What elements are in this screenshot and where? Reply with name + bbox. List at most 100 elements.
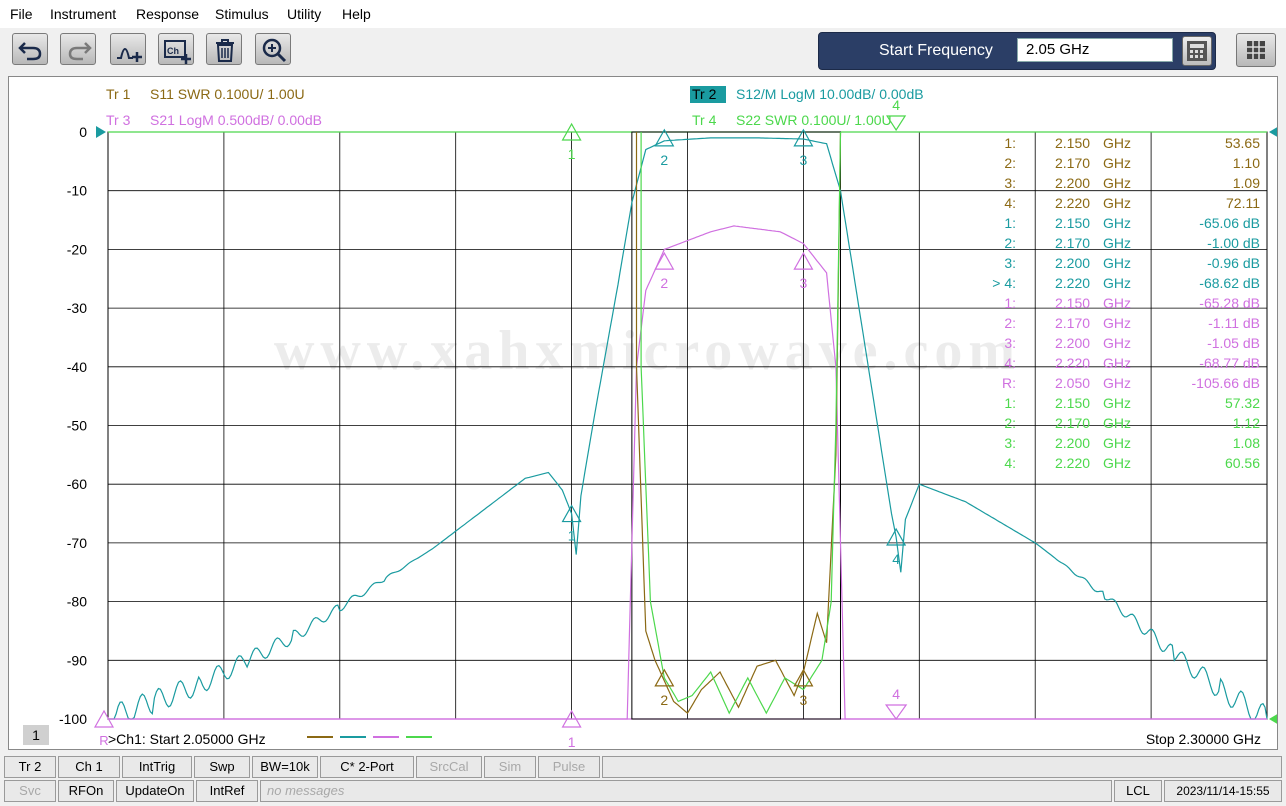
marker-table-unit: GHz: [1103, 295, 1131, 311]
marker-table-id: 3:: [1004, 175, 1016, 191]
marker-table-value: 1.12: [1233, 415, 1260, 431]
marker-table-value: -0.96 dB: [1207, 255, 1260, 271]
marker-label: 2: [660, 692, 668, 708]
status-intref[interactable]: IntRef: [196, 780, 258, 802]
marker-table-freq: 2.050: [1055, 375, 1090, 391]
trace-header-tr3-desc: S21 LogM 0.500dB/ 0.00dB: [150, 112, 322, 128]
menu-response[interactable]: Response: [136, 6, 199, 22]
menu-instrument[interactable]: Instrument: [50, 6, 116, 22]
redo-button[interactable]: [60, 33, 96, 65]
zoom-icon: [262, 38, 287, 63]
marker-tr3-2[interactable]: [654, 251, 675, 270]
marker-table-freq: 2.220: [1055, 275, 1090, 291]
marker-table-id: R:: [1002, 375, 1016, 391]
marker-label: 3: [800, 692, 808, 708]
entry-label: Start Frequency: [879, 42, 993, 59]
marker-table-freq: 2.170: [1055, 315, 1090, 331]
marker-table-value: 53.65: [1225, 135, 1260, 151]
trace-header-tr3-label[interactable]: Tr 3: [106, 112, 131, 128]
entry-panel: Start Frequency 2.05 GHz: [818, 32, 1216, 70]
trace-header-tr1-label[interactable]: Tr 1: [106, 86, 131, 102]
marker-table-unit: GHz: [1103, 235, 1131, 251]
y-tick-label: 0: [79, 124, 87, 140]
marker-label: 3: [800, 275, 808, 291]
add-marker-button[interactable]: [110, 33, 146, 65]
marker-tr3-4[interactable]: [884, 704, 908, 721]
marker-table-unit: GHz: [1103, 215, 1131, 231]
status-bw-10k[interactable]: BW=10k: [252, 756, 318, 778]
marker-table-freq: 2.220: [1055, 355, 1090, 371]
marker-table-freq: 2.150: [1055, 295, 1090, 311]
status-srccal[interactable]: SrcCal: [416, 756, 482, 778]
menu-help[interactable]: Help: [342, 6, 371, 22]
y-tick-label: -50: [67, 418, 87, 434]
marker-table-value: 72.11: [1226, 195, 1260, 211]
measurement-screen[interactable]: www.xahxmicrowave.com 123423231414R 0 -10…: [8, 76, 1278, 750]
marker-table-value: 1.10: [1233, 155, 1260, 171]
status-sim[interactable]: Sim: [484, 756, 536, 778]
marker-table-value: -65.28 dB: [1199, 295, 1260, 311]
redo-icon: [68, 42, 92, 61]
menu-file[interactable]: File: [10, 6, 33, 22]
menu-stimulus[interactable]: Stimulus: [215, 6, 269, 22]
status-swp[interactable]: Swp: [194, 756, 250, 778]
marker-table-freq: 2.150: [1055, 215, 1090, 231]
measurement-plot[interactable]: www.xahxmicrowave.com 12 342 32 31414R 0-10…: [9, 77, 1277, 749]
marker-table-value: 60.56: [1225, 455, 1260, 471]
marker-table-freq: 2.200: [1055, 335, 1090, 351]
start-label[interactable]: >Ch1: Start 2.05000 GHz: [108, 731, 266, 747]
marker-table-id: 1:: [1004, 215, 1016, 231]
marker-table-id: 1:: [1004, 135, 1016, 151]
trace-header-tr2-label[interactable]: Tr 2: [692, 86, 717, 102]
trace-header-tr4-desc: S22 SWR 0.100U/ 1.00U: [736, 112, 892, 128]
status-updateon[interactable]: UpdateOn: [116, 780, 194, 802]
trace-line-tr4: [640, 131, 842, 715]
status-tr-2[interactable]: Tr 2: [4, 756, 56, 778]
zoom-button[interactable]: [255, 33, 291, 65]
marker-label: 1: [568, 734, 576, 749]
menu-utility[interactable]: Utility: [287, 6, 321, 22]
marker-table-unit: GHz: [1103, 135, 1131, 151]
marker-table-value: 57.32: [1225, 395, 1260, 411]
calculator-button[interactable]: [1182, 36, 1212, 66]
stop-label[interactable]: Stop 2.30000 GHz: [1146, 731, 1261, 747]
marker-label: 3: [800, 152, 808, 168]
undo-button[interactable]: [12, 33, 48, 65]
marker-table-unit: GHz: [1103, 315, 1131, 331]
marker-table-id: 2:: [1004, 155, 1016, 171]
marker-table-value: 1.08: [1233, 435, 1260, 451]
marker-table-value: 1.09: [1233, 175, 1260, 191]
status-svc[interactable]: Svc: [4, 780, 56, 802]
y-tick-label: -20: [67, 241, 87, 257]
marker-table-freq: 2.200: [1055, 175, 1090, 191]
add-channel-button[interactable]: Ch: [158, 33, 194, 65]
marker-table-id: 2:: [1004, 315, 1016, 331]
y-tick-label: -90: [67, 652, 87, 668]
status-ch-1[interactable]: Ch 1: [58, 756, 120, 778]
y-tick-label: -60: [67, 476, 87, 492]
trace-header-tr1-desc: S11 SWR 0.100U/ 1.00U: [150, 86, 305, 102]
marker-table-freq: 2.220: [1055, 455, 1090, 471]
marker-table-id: 4:: [1004, 455, 1016, 471]
marker-table-value: -68.77 dB: [1199, 355, 1260, 371]
y-tick-label: -40: [67, 359, 87, 375]
softkey-menu-button[interactable]: [1236, 33, 1276, 67]
marker-table-value: -68.62 dB: [1199, 275, 1260, 291]
status-filler: [602, 756, 1282, 778]
trash-icon: [216, 39, 234, 62]
status-c-2-port[interactable]: C* 2-Port: [320, 756, 414, 778]
marker-table-id: 1:: [1004, 295, 1016, 311]
trace-header-tr4-label[interactable]: Tr 4: [692, 112, 717, 128]
status-pulse[interactable]: Pulse: [538, 756, 600, 778]
marker-table-id: 2:: [1004, 235, 1016, 251]
status-inttrig[interactable]: IntTrig: [122, 756, 192, 778]
status-rfon[interactable]: RFOn: [58, 780, 114, 802]
marker-table-freq: 2.170: [1055, 155, 1090, 171]
marker-table-id: 4:: [1004, 355, 1016, 371]
marker-label: 1: [568, 146, 576, 162]
delete-button[interactable]: [206, 33, 242, 65]
marker-table-value: -65.06 dB: [1199, 215, 1260, 231]
start-frequency-input[interactable]: 2.05 GHz: [1017, 38, 1173, 62]
status-lcl[interactable]: LCL: [1114, 780, 1162, 802]
marker-table-freq: 2.200: [1055, 435, 1090, 451]
